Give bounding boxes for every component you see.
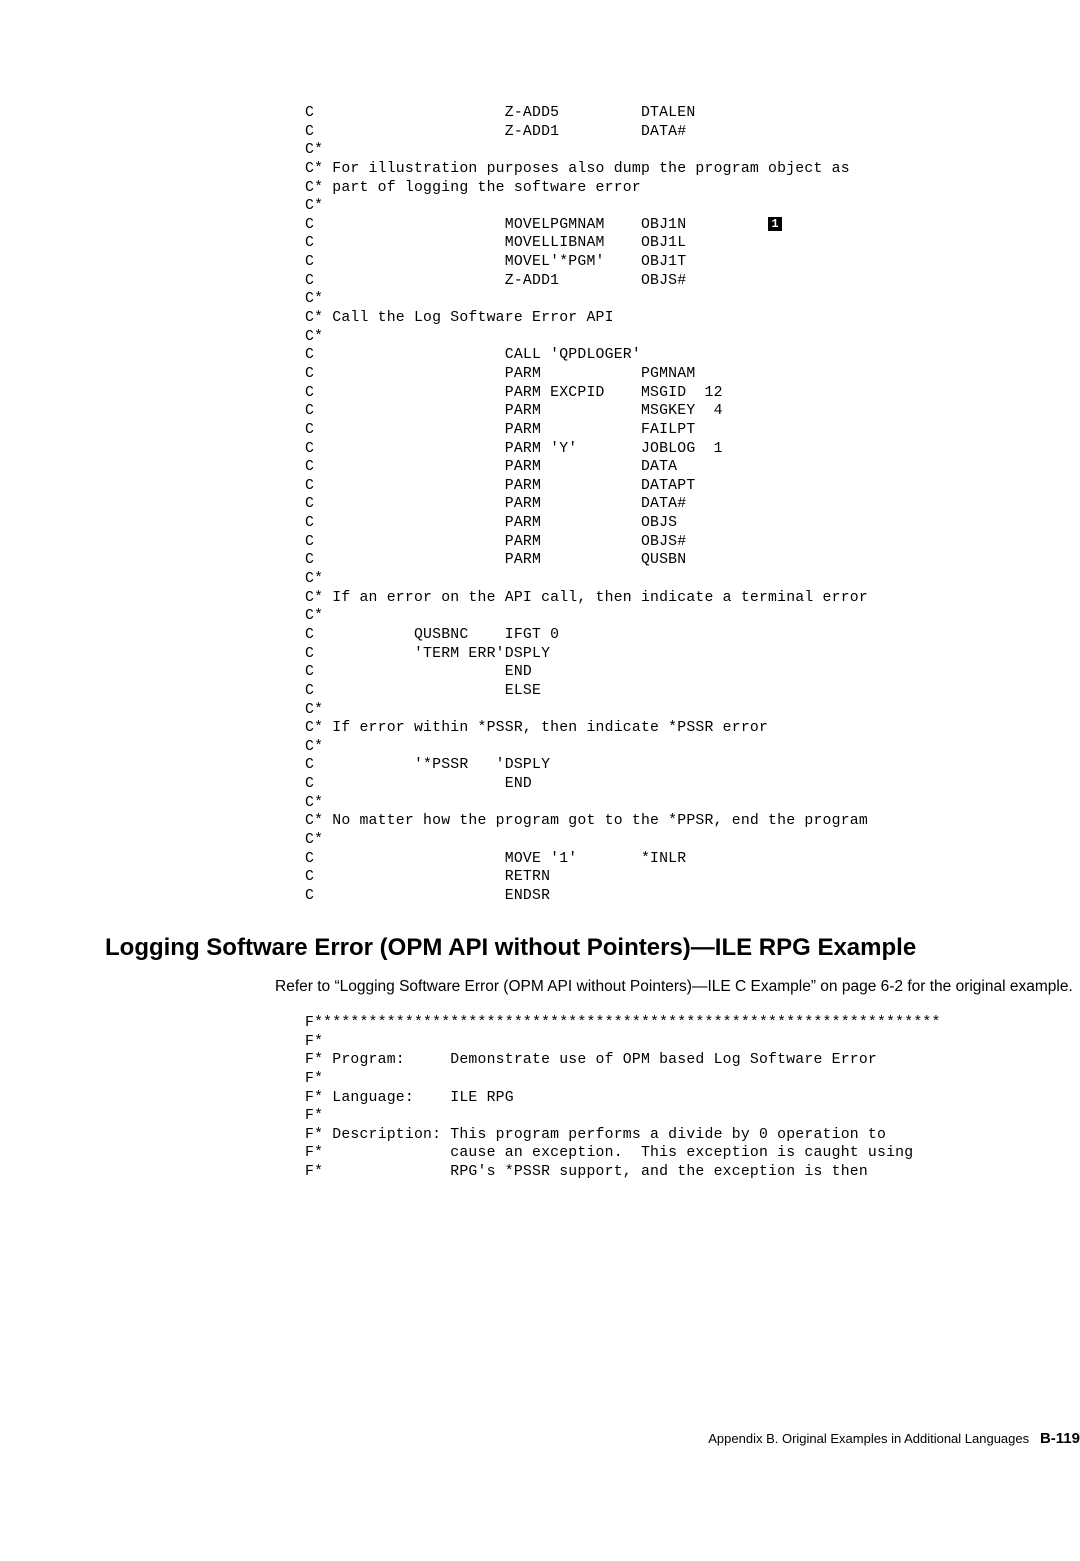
code-line: C PARM DATA#: [305, 496, 686, 512]
code-line: C RETRN: [305, 869, 550, 885]
code-line: C*: [305, 608, 323, 624]
code-line: C MOVELLIBNAM OBJ1L: [305, 235, 686, 251]
code-line: C Z-ADD1 DATA#: [305, 124, 686, 140]
code-line: F***************************************…: [305, 1015, 941, 1031]
code-line: C*: [305, 142, 323, 158]
code-line: C '*PSSR 'DSPLY: [305, 757, 550, 773]
code-line: C*: [305, 795, 323, 811]
code-line: C ENDSR: [305, 888, 550, 904]
code-line: C*: [305, 198, 323, 214]
code-line: C* No matter how the program got to the …: [305, 813, 868, 829]
code-line: F* Program: Demonstrate use of OPM based…: [305, 1052, 877, 1068]
code-line: C CALL 'QPDLOGER': [305, 347, 641, 363]
code-line: C*: [305, 739, 323, 755]
code-line: C ELSE: [305, 683, 541, 699]
body-paragraph: Refer to “Logging Software Error (OPM AP…: [275, 977, 1080, 998]
code-line: C*: [305, 702, 323, 718]
footer-text: Appendix B. Original Examples in Additio…: [708, 1431, 1029, 1446]
code-line: C* Call the Log Software Error API: [305, 310, 614, 326]
code-line: C*: [305, 291, 323, 307]
code-line: C Z-ADD5 DTALEN: [305, 105, 695, 121]
code-block-2: F***************************************…: [305, 1014, 1080, 1182]
code-line: C PARM DATAPT: [305, 478, 695, 494]
code-line: C 'TERM ERR'DSPLY: [305, 646, 550, 662]
code-line: C PARM OBJS#: [305, 534, 686, 550]
code-line: C PARM PGMNAM: [305, 366, 695, 382]
code-line: F* Language: ILE RPG: [305, 1090, 514, 1106]
code-line: C MOVE '1' *INLR: [305, 851, 686, 867]
page-number: B-119: [1040, 1430, 1080, 1447]
code-line: F* RPG's *PSSR support, and the exceptio…: [305, 1164, 868, 1180]
code-line: F* cause an exception. This exception is…: [305, 1145, 913, 1161]
code-line: C PARM 'Y' JOBLOG 1: [305, 441, 723, 457]
code-line: C Z-ADD1 OBJS#: [305, 273, 686, 289]
code-line: C* If an error on the API call, then ind…: [305, 590, 868, 606]
code-line: F*: [305, 1071, 323, 1087]
code-line: F*: [305, 1108, 323, 1124]
code-line: C* For illustration purposes also dump t…: [305, 161, 850, 177]
code-line: C MOVEL'*PGM' OBJ1T: [305, 254, 686, 270]
code-line: C PARM QUSBN: [305, 552, 686, 568]
code-line: F*: [305, 1034, 323, 1050]
section-heading: Logging Software Error (OPM API without …: [105, 934, 1080, 962]
code-block-1: C Z-ADD5 DTALEN C Z-ADD1 DATA# C* C* For…: [305, 104, 1080, 906]
code-line: C PARM EXCPID MSGID 12: [305, 385, 723, 401]
code-line: F* Description: This program performs a …: [305, 1127, 886, 1143]
code-line: C MOVELPGMNAM OBJ1N: [305, 217, 768, 233]
code-line: C PARM OBJS: [305, 515, 677, 531]
code-line: C END: [305, 664, 532, 680]
code-line: C QUSBNC IFGT 0: [305, 627, 559, 643]
code-line: C* part of logging the software error: [305, 180, 641, 196]
code-line: C PARM MSGKEY 4: [305, 403, 723, 419]
code-line: C*: [305, 329, 323, 345]
code-line: C PARM FAILPT: [305, 422, 695, 438]
page-footer: Appendix B. Original Examples in Additio…: [708, 1430, 1080, 1447]
code-line: C PARM DATA: [305, 459, 677, 475]
callout-1-icon: 1: [768, 217, 782, 231]
code-line: C*: [305, 571, 323, 587]
code-line: C*: [305, 832, 323, 848]
code-line: C END: [305, 776, 532, 792]
code-line: C* If error within *PSSR, then indicate …: [305, 720, 768, 736]
